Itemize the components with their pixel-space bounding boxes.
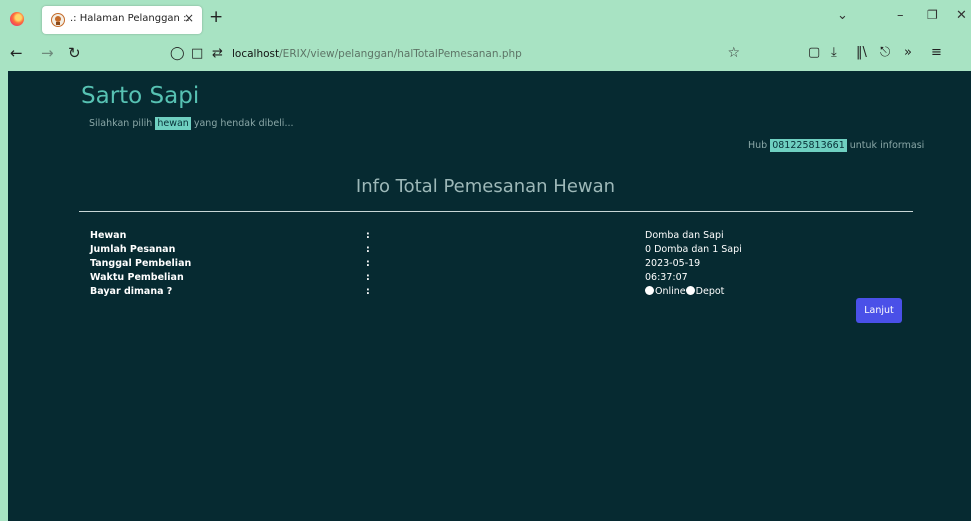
label-tanggal-pembelian: Tanggal Pembelian (90, 258, 192, 269)
value-waktu-pembelian: 06:37:07 (645, 272, 688, 283)
sheep-favicon-icon (51, 13, 65, 27)
pocket-icon[interactable]: ▢ (808, 45, 820, 60)
tab-title: .: Halaman Pelanggan :. (70, 13, 190, 24)
tagline-text-end: yang hendak dibeli... (190, 118, 294, 129)
value-jumlah-pesanan: 0 Domba dan 1 Sapi (645, 244, 742, 255)
permissions-icon[interactable]: ⇄ (212, 46, 223, 61)
url-text[interactable]: localhost/ERIX/view/pelanggan/halTotalPe… (232, 48, 522, 60)
contact-phone: 081225813661 (770, 139, 847, 152)
page-icon[interactable]: □ (191, 46, 203, 61)
reload-icon[interactable]: ↻ (68, 44, 81, 62)
minimize-icon[interactable]: – (897, 8, 904, 23)
browser-tab[interactable]: .: Halaman Pelanggan :. × (42, 6, 202, 34)
label-hewan: Hewan (90, 230, 127, 241)
tagline-text: Silahkan pilih (89, 118, 156, 129)
url-path: /ERIX/view/pelanggan/halTotalPemesanan.p… (279, 48, 522, 60)
new-tab-button[interactable]: + (209, 8, 223, 26)
firefox-menu-icon[interactable] (10, 12, 24, 26)
colon: : (366, 244, 370, 255)
back-icon[interactable]: ← (10, 44, 23, 62)
contact-info: Hub 081225813661 untuk informasi (748, 139, 925, 152)
browser-nav-bar: ← → ↻ ◯ □ ⇄ localhost/ERIX/view/pelangga… (0, 37, 971, 71)
restore-icon[interactable]: ❐ (927, 8, 938, 22)
downloads-icon[interactable]: ⤓ (831, 45, 837, 60)
value-hewan: Domba dan Sapi (645, 230, 724, 241)
shield-icon[interactable]: ◯ (170, 46, 185, 61)
contact-prefix: Hub (748, 140, 771, 151)
radio-depot-label[interactable]: Depot (696, 286, 725, 297)
tab-close-icon[interactable]: × (184, 11, 194, 25)
forward-icon[interactable]: → (41, 44, 54, 62)
radio-online-label[interactable]: Online (655, 286, 686, 297)
label-bayar-dimana: Bayar dimana ? (90, 286, 173, 297)
divider (79, 211, 913, 212)
list-all-tabs-icon[interactable]: ⌄ (837, 8, 848, 23)
radio-depot[interactable] (685, 286, 695, 295)
label-jumlah-pesanan: Jumlah Pesanan (90, 244, 176, 255)
url-host: localhost (232, 48, 280, 60)
colon: : (366, 272, 370, 283)
label-waktu-pembelian: Waktu Pembelian (90, 272, 184, 283)
value-tanggal-pembelian: 2023-05-19 (645, 258, 701, 269)
address-bar[interactable]: ◯ □ ⇄ localhost/ERIX/view/pelanggan/halT… (160, 41, 750, 68)
close-window-icon[interactable]: ✕ (956, 8, 967, 23)
page-title: Info Total Pemesanan Hewan (355, 176, 616, 197)
colon: : (366, 286, 370, 297)
colon: : (366, 230, 370, 241)
site-brand[interactable]: Sarto Sapi (81, 83, 199, 109)
colon: : (366, 258, 370, 269)
payment-radio-group: Online Depot (645, 286, 724, 297)
radio-online[interactable] (645, 286, 654, 295)
extensions-icon[interactable]: ⎋ (880, 45, 890, 60)
overflow-menu-icon[interactable]: » (904, 45, 912, 60)
next-button[interactable]: Lanjut (856, 298, 902, 323)
library-icon[interactable]: ‖\ (856, 45, 867, 60)
tagline-highlight: hewan (155, 117, 191, 130)
hamburger-menu-icon[interactable]: ≡ (931, 45, 942, 60)
bookmark-star-icon[interactable]: ☆ (727, 45, 740, 61)
browser-tab-bar: .: Halaman Pelanggan :. × + ⌄ – ❐ ✕ (0, 0, 971, 37)
contact-suffix: untuk informasi (846, 140, 925, 151)
site-tagline: Silahkan pilih hewan yang hendak dibeli.… (89, 117, 294, 130)
